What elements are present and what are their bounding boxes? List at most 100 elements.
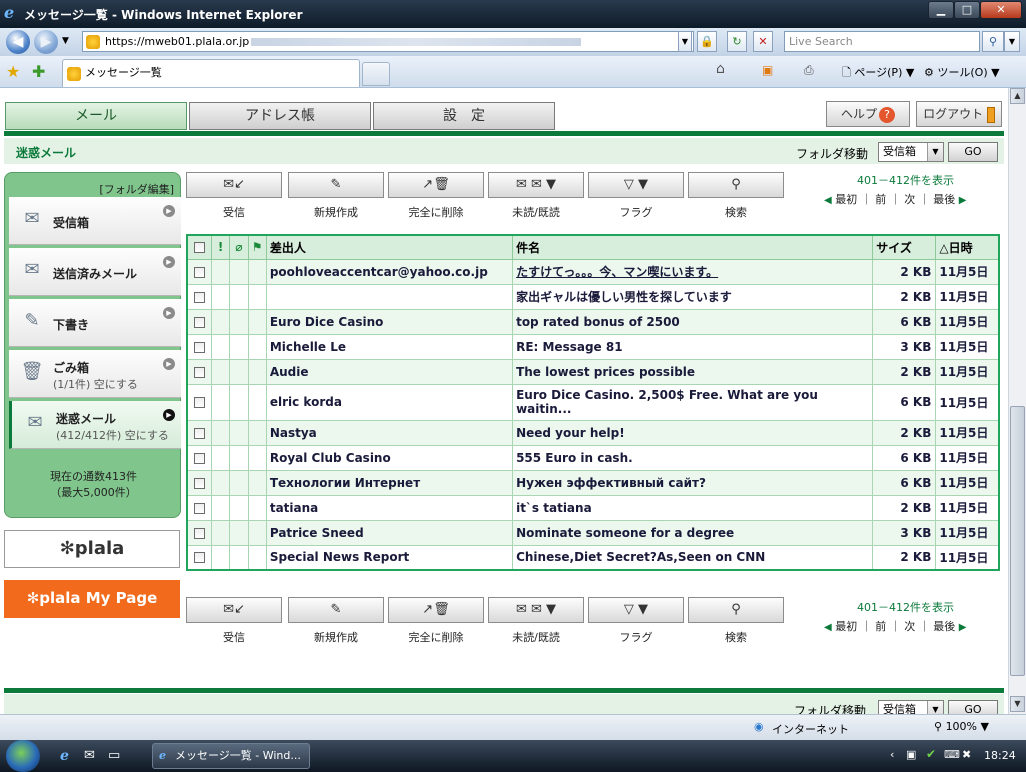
keyboard-tray-icon[interactable]: ⌨ bbox=[944, 748, 960, 761]
search-button[interactable]: ⚲ bbox=[688, 597, 784, 623]
row-checkbox-cell[interactable] bbox=[186, 258, 212, 285]
compose-button[interactable]: ✎ bbox=[288, 597, 384, 623]
row-checkbox-cell[interactable] bbox=[186, 383, 212, 421]
home-icon[interactable]: ⌂ bbox=[716, 61, 725, 77]
sender-cell[interactable]: poohloveaccentcar@yahoo.co.jp bbox=[265, 258, 514, 285]
subject-text[interactable]: RE: Message 81 bbox=[516, 340, 622, 354]
page-menu[interactable]: 🗋 ページ(P) ▼ bbox=[842, 64, 914, 83]
volume-tray-icon[interactable]: ✖ bbox=[962, 748, 971, 761]
maximize-button[interactable]: □ bbox=[954, 1, 980, 19]
subject-cell[interactable]: Нужен эффективный сайт? bbox=[512, 469, 874, 496]
subject-link[interactable]: たすけてっ。。。今、マン喫にいます。 bbox=[516, 265, 718, 279]
table-row[interactable]: poohloveaccentcar@yahoo.co.jp たすけてっ。。。今、マ… bbox=[186, 258, 1000, 285]
pager-prev[interactable]: 前 bbox=[875, 193, 886, 206]
receive-button[interactable]: ✉↙ bbox=[186, 172, 282, 198]
row-checkbox-cell[interactable] bbox=[186, 419, 212, 446]
desktop-quicklaunch-icon[interactable]: ▭ bbox=[108, 748, 120, 763]
browser-tab-active[interactable]: メッセージ一覧 bbox=[62, 59, 360, 87]
flag-label[interactable]: フラグ bbox=[588, 629, 684, 645]
subject-text[interactable]: Need your help! bbox=[516, 426, 625, 440]
read-unread-button[interactable]: ✉ ✉ ▼ bbox=[488, 172, 584, 198]
mail-quicklaunch-icon[interactable]: ✉ bbox=[84, 748, 95, 763]
favorites-star-icon[interactable]: ★ bbox=[6, 62, 20, 81]
network-tray-icon[interactable]: ▣ bbox=[906, 748, 916, 761]
receive-label[interactable]: 受信 bbox=[186, 204, 282, 220]
compose-button[interactable]: ✎ bbox=[288, 172, 384, 198]
delete-label[interactable]: 完全に削除 bbox=[388, 629, 484, 645]
sender-cell[interactable]: Special News Report bbox=[265, 544, 514, 571]
subject-cell[interactable]: it`s tatiana bbox=[512, 494, 874, 521]
subject-cell[interactable]: Euro Dice Casino. 2,500$ Free. What are … bbox=[512, 383, 874, 421]
subject-header[interactable]: 件名 bbox=[512, 234, 874, 260]
flag-button[interactable]: ▽ ▼ bbox=[588, 172, 684, 198]
history-dropdown-icon[interactable]: ▼ bbox=[62, 36, 69, 46]
table-row[interactable]: Технологии Интернет Нужен эффективный сай… bbox=[186, 469, 1000, 496]
row-checkbox[interactable] bbox=[193, 397, 205, 408]
tab-settings[interactable]: 設 定 bbox=[373, 102, 555, 130]
new-tab-button[interactable] bbox=[362, 62, 390, 86]
minimize-button[interactable]: ▁ bbox=[928, 1, 954, 19]
subject-text[interactable]: 555 Euro in cash. bbox=[516, 451, 633, 465]
sender-cell[interactable]: elric korda bbox=[265, 383, 514, 421]
flag-cell[interactable] bbox=[247, 519, 267, 546]
pager-first[interactable]: 最初 bbox=[835, 620, 857, 633]
table-row[interactable]: Patrice Sneed Nominate someone for a degr… bbox=[186, 519, 1000, 546]
table-row[interactable]: Royal Club Casino 555 Euro in cash. 6 KB 11… bbox=[186, 444, 1000, 471]
vertical-scrollbar[interactable]: ▲ ▼ bbox=[1008, 88, 1026, 714]
flag-cell[interactable] bbox=[247, 494, 267, 521]
sender-cell[interactable]: Audie bbox=[265, 358, 514, 385]
delete-button[interactable]: ↗🗑 bbox=[388, 172, 484, 198]
table-row[interactable]: Michelle Le RE: Message 81 3 KB 11月5日 bbox=[186, 333, 1000, 360]
flag-cell[interactable] bbox=[247, 419, 267, 446]
row-checkbox-cell[interactable] bbox=[186, 519, 212, 546]
row-checkbox-cell[interactable] bbox=[186, 444, 212, 471]
help-button[interactable]: ヘルプ? bbox=[826, 101, 910, 127]
subject-text[interactable]: The lowest prices possible bbox=[516, 365, 695, 379]
folder-inbox[interactable]: ✉ 受信箱 ▶ bbox=[9, 197, 181, 245]
flag-cell[interactable] bbox=[247, 333, 267, 360]
flag-cell[interactable] bbox=[247, 383, 267, 421]
sender-cell[interactable]: Nastya bbox=[265, 419, 514, 446]
flag-cell[interactable] bbox=[247, 358, 267, 385]
subject-cell[interactable]: The lowest prices possible bbox=[512, 358, 874, 385]
pager-prev[interactable]: 前 bbox=[875, 620, 886, 633]
pager-last[interactable]: 最後 bbox=[933, 193, 955, 206]
read-unread-label[interactable]: 未読/既読 bbox=[488, 204, 584, 220]
folder-edit-link[interactable]: [フォルダ編集] bbox=[99, 181, 174, 197]
table-row[interactable]: tatiana it`s tatiana 2 KB 11月5日 bbox=[186, 494, 1000, 521]
date-header[interactable]: △日時 bbox=[935, 234, 1000, 260]
security-tray-icon[interactable]: ✔ bbox=[926, 747, 936, 761]
zoom-control[interactable]: ⚲ 100% ▼ bbox=[934, 720, 989, 733]
row-checkbox-cell[interactable] bbox=[186, 469, 212, 496]
flag-label[interactable]: フラグ bbox=[588, 204, 684, 220]
sender-cell[interactable]: Michelle Le bbox=[265, 333, 514, 360]
compose-label[interactable]: 新規作成 bbox=[288, 629, 384, 645]
flag-cell[interactable] bbox=[247, 308, 267, 335]
folder-move-select[interactable]: 受信箱 ▼ bbox=[878, 142, 944, 162]
read-unread-button[interactable]: ✉ ✉ ▼ bbox=[488, 597, 584, 623]
search-icon[interactable]: ⚲ bbox=[982, 31, 1004, 52]
folder-sent[interactable]: ✉ 送信済みメール ▶ bbox=[9, 248, 181, 296]
row-checkbox[interactable] bbox=[193, 552, 205, 564]
folder-sub[interactable]: (412/412件) 空にする bbox=[56, 427, 169, 443]
scroll-thumb[interactable] bbox=[1010, 406, 1025, 676]
subject-text[interactable]: Euro Dice Casino. 2,500$ Free. What are … bbox=[516, 388, 818, 416]
table-row[interactable]: Audie The lowest prices possible 2 KB 11月5日 bbox=[186, 358, 1000, 385]
flag-cell[interactable] bbox=[247, 258, 267, 285]
table-row[interactable]: elric korda Euro Dice Casino. 2,500$ Free… bbox=[186, 383, 1000, 421]
sender-cell[interactable]: Patrice Sneed bbox=[265, 519, 514, 546]
search-button[interactable]: ⚲ bbox=[688, 172, 784, 198]
row-checkbox-cell[interactable] bbox=[186, 494, 212, 521]
size-header[interactable]: サイズ bbox=[872, 234, 937, 260]
row-checkbox-cell[interactable] bbox=[186, 358, 212, 385]
logout-button[interactable]: ログアウト bbox=[916, 101, 1002, 127]
subject-text[interactable]: Nominate someone for a degree bbox=[516, 526, 734, 540]
search-dropdown-icon[interactable]: ▼ bbox=[1004, 31, 1020, 52]
plala-mypage-logo[interactable]: ✻plala My Page bbox=[4, 580, 180, 618]
row-checkbox[interactable] bbox=[193, 502, 205, 514]
feeds-icon[interactable]: ▣ bbox=[762, 63, 773, 77]
row-checkbox[interactable] bbox=[193, 366, 205, 378]
table-row[interactable]: 家出ギャルは優しい男性を探しています 2 KB 11月5日 bbox=[186, 283, 1000, 310]
close-window-button[interactable]: ✕ bbox=[980, 1, 1022, 19]
row-checkbox-cell[interactable] bbox=[186, 308, 212, 335]
